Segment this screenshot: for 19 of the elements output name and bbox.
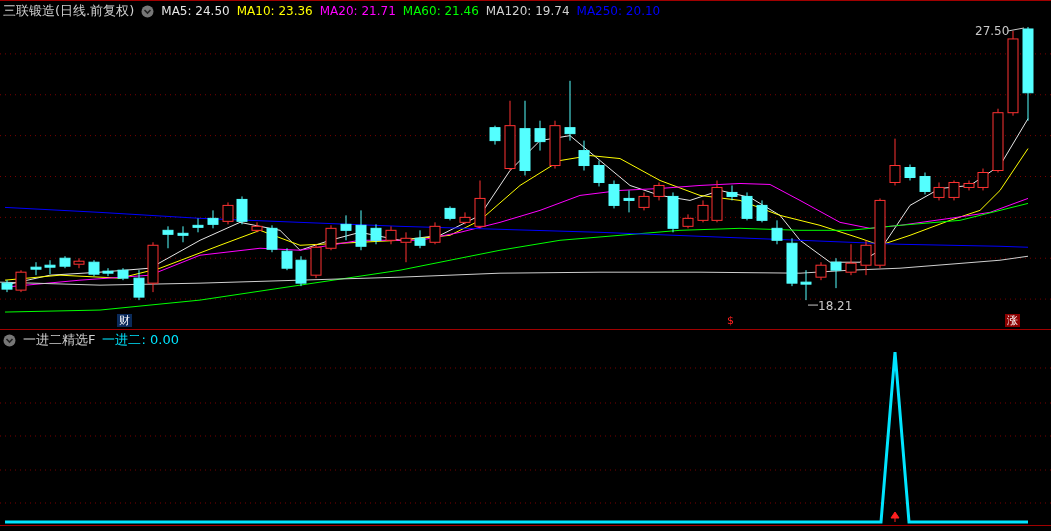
chevron-down-icon[interactable]	[3, 333, 16, 347]
indicator-title: 一进二精选F	[23, 331, 96, 349]
low-price-label: 18.21	[818, 299, 853, 313]
event-marker[interactable]: 财	[117, 314, 132, 327]
ma-legend-label: MA20: 21.71	[319, 4, 396, 18]
up-arrow-icon	[890, 511, 900, 523]
ma-legend-label: MA10: 23.36	[236, 4, 313, 18]
ma-legend-label: MA250: 20.10	[576, 4, 661, 18]
ma-legend-label: MA5: 24.50	[161, 4, 230, 18]
indicator-value: 一进二: 0.00	[102, 331, 179, 349]
ma-legend-label: MA60: 21.46	[402, 4, 479, 18]
ma-legend-label: MA120: 19.74	[485, 4, 570, 18]
chart-title: 三联锻造(日线.前复权)	[3, 2, 135, 20]
leader-line	[1007, 27, 1025, 32]
leader-line	[807, 304, 819, 306]
chevron-down-icon[interactable]	[141, 4, 155, 18]
event-marker[interactable]: 涨	[1005, 314, 1020, 327]
event-marker[interactable]: $	[725, 314, 736, 327]
high-price-label: 27.50	[975, 24, 1010, 38]
